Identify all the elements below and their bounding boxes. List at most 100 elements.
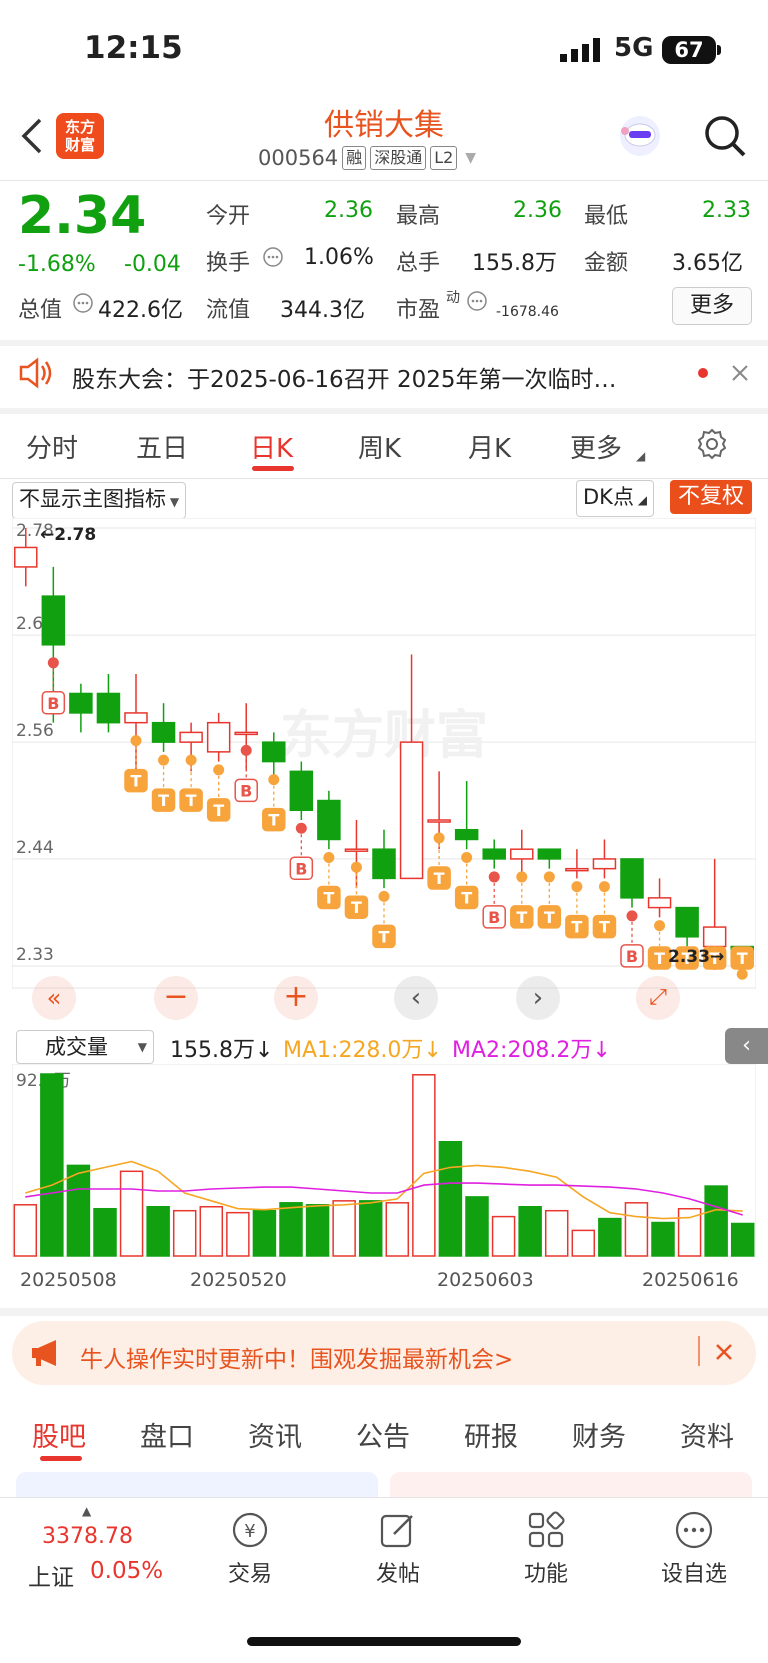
value-pe: -1678.46: [496, 304, 559, 320]
chevron-down-icon[interactable]: ▼: [465, 150, 476, 166]
signal-label: T: [213, 801, 224, 820]
nav-trade[interactable]: ¥ 交易: [200, 1510, 300, 1588]
ma2-label: MA2:208.2万↓: [452, 1038, 611, 1063]
more-button[interactable]: 更多: [672, 287, 752, 325]
signal-label: T: [516, 908, 527, 927]
tab-wuri[interactable]: 五日: [136, 428, 188, 465]
scroll-right-icon[interactable]: ›: [516, 976, 560, 1020]
tab-more[interactable]: 更多: [570, 428, 622, 465]
zoom-out-icon[interactable]: −: [154, 976, 198, 1020]
scroll-left-fast-icon[interactable]: «: [32, 976, 76, 1020]
value-open: 2.36: [324, 198, 373, 223]
signal-label: B: [626, 947, 638, 966]
volume-bar: [146, 1206, 170, 1257]
value-turnover: 1.06%: [304, 245, 374, 270]
tab-underline: [252, 466, 294, 471]
candle-body: [234, 731, 258, 736]
stock-code-row: 000564 融 深股通 L2 ▼: [258, 146, 476, 170]
banner-text[interactable]: 牛人操作实时更新中！围观发掘最新机会>: [80, 1340, 513, 1374]
volume-bar: [199, 1206, 224, 1257]
volume-bar: [518, 1206, 542, 1257]
candle-body: [675, 906, 699, 938]
tab-yanbao[interactable]: 研报: [464, 1415, 518, 1454]
label-pe-sup: 动: [446, 290, 460, 306]
search-icon[interactable]: [703, 114, 747, 162]
indicator-select[interactable]: 不显示主图指标 ▼: [12, 482, 187, 519]
tab-rik[interactable]: 日K: [250, 428, 293, 465]
candle-body: [454, 828, 479, 841]
info-icon[interactable]: [262, 246, 284, 272]
signal-dot: [378, 890, 390, 902]
kline-chart[interactable]: 2.782.672.562.442.33东方财富BTT TTBTBTTTTTB T T…: [12, 518, 756, 1026]
volume-bar: [465, 1196, 489, 1257]
nav-post[interactable]: 发帖: [348, 1510, 448, 1588]
robot-avatar-icon[interactable]: [617, 113, 663, 163]
max-price-label: ←2.78: [40, 525, 96, 545]
signal-label: B: [488, 908, 500, 927]
index-name[interactable]: 上证: [28, 1558, 74, 1592]
nav-function[interactable]: 功能: [496, 1510, 596, 1588]
signal-dot: [654, 920, 666, 932]
change-value: -0.04: [124, 252, 181, 277]
tab-caiwu[interactable]: 财务: [572, 1415, 626, 1454]
tab-guba[interactable]: 股吧: [32, 1415, 86, 1454]
signal-label: T: [131, 772, 142, 791]
signal-dot: [488, 871, 500, 883]
candle-body: [620, 858, 644, 899]
info-icon[interactable]: [72, 292, 94, 318]
candle-body: [14, 546, 38, 568]
signal-label: B: [295, 859, 307, 878]
tab-fenshi[interactable]: 分时: [26, 428, 78, 465]
candle-body: [179, 731, 203, 743]
tab-gonggao[interactable]: 公告: [356, 1415, 410, 1454]
index-value[interactable]: 3378.78: [42, 1524, 133, 1549]
close-icon[interactable]: [714, 1342, 734, 1366]
zoom-in-icon[interactable]: +: [274, 976, 318, 1020]
volume-bar: [385, 1202, 410, 1257]
speaker-icon: [18, 357, 54, 393]
volume-bar: [226, 1211, 250, 1257]
collapse-icon[interactable]: ‹: [725, 1028, 768, 1064]
x-tick-label: 20250508: [20, 1269, 117, 1291]
signal-dot: [516, 871, 528, 883]
tab-yuek[interactable]: 月K: [468, 428, 511, 465]
signal-label: T: [599, 918, 610, 937]
expand-icon[interactable]: ⤢: [636, 976, 680, 1020]
scroll-left-icon[interactable]: ‹: [394, 976, 438, 1020]
nav-watchlist[interactable]: 设自选: [644, 1510, 744, 1588]
close-icon[interactable]: [730, 363, 750, 387]
gear-icon[interactable]: [695, 427, 729, 465]
tab-zixun[interactable]: 资讯: [248, 1415, 302, 1454]
tab-ziliao[interactable]: 资料: [680, 1415, 734, 1454]
candle-body: [510, 848, 534, 860]
volume-bar: [544, 1209, 569, 1257]
volume-select[interactable]: 成交量 ▼: [16, 1030, 154, 1064]
fq-button[interactable]: 不复权: [670, 480, 753, 514]
watermark: 东方财富: [280, 706, 488, 766]
network-label: 5G: [614, 33, 654, 63]
bottom-tab-underline: [40, 1456, 82, 1461]
battery-tip: [717, 45, 721, 55]
volume-current: 155.8万↓: [170, 1038, 274, 1063]
candle-body: [262, 741, 286, 763]
dk-select[interactable]: DK点 ◢: [576, 480, 654, 517]
candle-body: [206, 721, 231, 753]
signal-label: T: [158, 791, 169, 810]
signal-label: T: [323, 888, 334, 907]
x-tick-label: 20250616: [642, 1269, 739, 1291]
tag-l2: L2: [430, 146, 458, 170]
notice-text[interactable]: 股东大会：于2025-06-16召开 2025年第一次临时…: [72, 360, 617, 394]
info-icon[interactable]: [466, 290, 488, 316]
signal-dot: [323, 851, 335, 863]
x-tick-label: 20250520: [190, 1269, 287, 1291]
signal-dot: [158, 754, 170, 766]
label-total-value: 总值: [18, 298, 63, 323]
tab-zhouk[interactable]: 周K: [358, 428, 401, 465]
last-price: 2.34: [18, 186, 147, 246]
tab-pankou[interactable]: 盘口: [140, 1415, 194, 1454]
signal-label: T: [379, 927, 390, 946]
signal-dot: [571, 881, 583, 893]
index-change[interactable]: 0.05%: [90, 1558, 163, 1584]
volume-chart[interactable]: 92.4万20250508202505202025060320250616: [12, 1064, 756, 1310]
candle-body: [317, 799, 341, 841]
